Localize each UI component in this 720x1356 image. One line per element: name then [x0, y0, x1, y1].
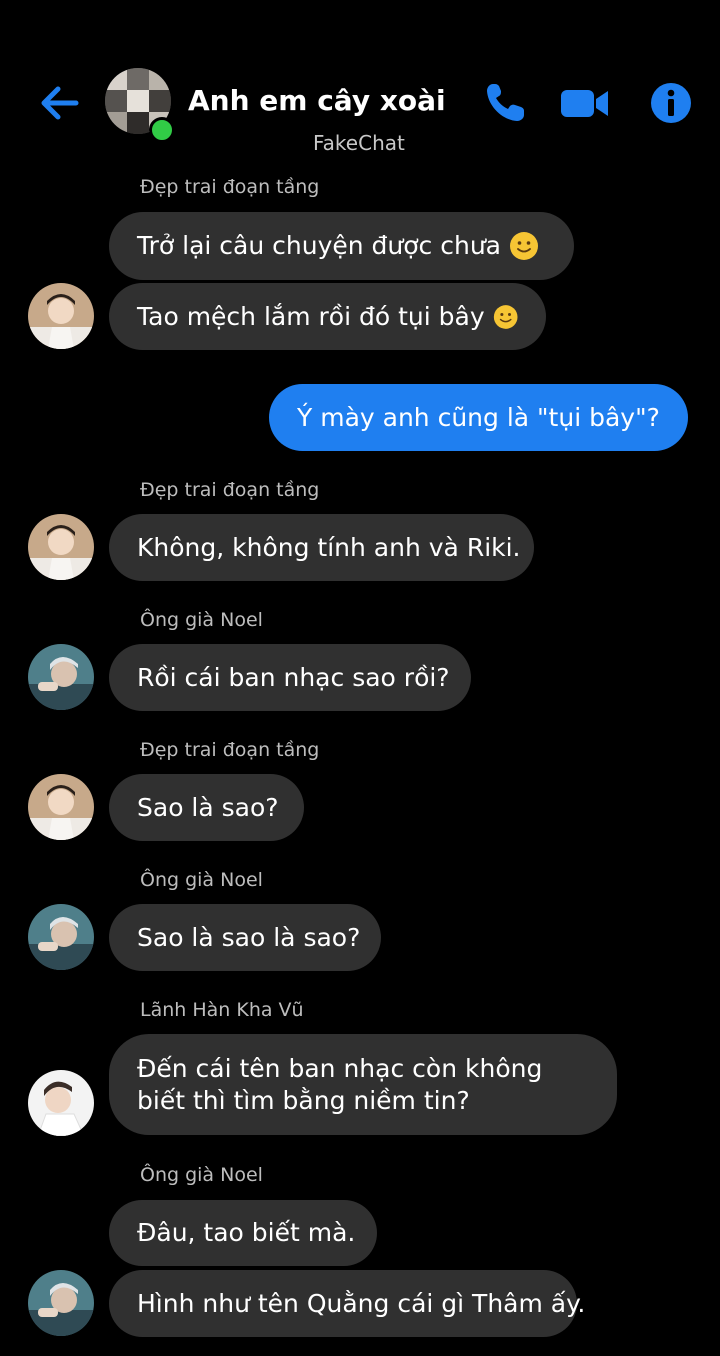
avatar-ong-gia-noel[interactable] [28, 1270, 94, 1336]
sender-name: Đẹp trai đoạn tầng [140, 176, 320, 198]
sender-name: Ông già Noel [140, 609, 263, 631]
info-icon[interactable] [648, 80, 694, 126]
message-text: Sao là sao? [137, 792, 279, 822]
message-text: Rồi cái ban nhạc sao rồi? [137, 662, 450, 692]
video-camera-icon[interactable] [560, 80, 610, 126]
incoming-message-bubble[interactable]: Đến cái tên ban nhạc còn không biết thì … [109, 1034, 617, 1135]
sender-name: Đẹp trai đoạn tầng [140, 739, 320, 761]
sender-name: Đẹp trai đoạn tầng [140, 479, 320, 501]
incoming-message-bubble[interactable]: Hình như tên Quằng cái gì Thâm ấy. [109, 1270, 585, 1337]
slight-smile-emoji-icon [493, 304, 518, 329]
message-text: Ý mày anh cũng là "tụi bây"? [297, 402, 660, 432]
incoming-message-bubble[interactable]: Trở lại câu chuyện được chưa [109, 212, 574, 280]
incoming-message-bubble[interactable]: Sao là sao là sao? [109, 904, 381, 971]
incoming-message-bubble[interactable]: Rồi cái ban nhạc sao rồi? [109, 644, 471, 711]
message-text: Trở lại câu chuyện được chưa [137, 231, 501, 260]
incoming-message-bubble[interactable]: Tao mệch lắm rồi đó tụi bây [109, 283, 546, 350]
sender-name: Ông già Noel [140, 869, 263, 891]
incoming-message-bubble[interactable]: Không, không tính anh và Riki. [109, 514, 534, 581]
message-text: Hình như tên Quằng cái gì Thâm ấy. [137, 1288, 586, 1318]
avatar-dep-trai-doan-tang[interactable] [28, 514, 94, 580]
avatar-dep-trai-doan-tang[interactable] [28, 774, 94, 840]
message-text: Sao là sao là sao? [137, 922, 361, 952]
chat-title[interactable]: Anh em cây xoài [188, 84, 446, 117]
message-text: Đâu, tao biết mà. [137, 1218, 356, 1247]
back-arrow-icon[interactable] [36, 80, 82, 126]
avatar-dep-trai-doan-tang[interactable] [28, 283, 94, 349]
incoming-message-bubble[interactable]: Đâu, tao biết mà. [109, 1200, 377, 1266]
slight-smile-emoji-icon [510, 232, 538, 260]
avatar-ong-gia-noel[interactable] [28, 644, 94, 710]
sender-name: Ông già Noel [140, 1164, 263, 1186]
message-text: Tao mệch lắm rồi đó tụi bây [137, 301, 485, 331]
chat-subtitle: FakeChat [313, 131, 405, 155]
online-status-dot [149, 117, 175, 143]
avatar-ong-gia-noel[interactable] [28, 904, 94, 970]
message-text: Đến cái tên ban nhạc còn không biết thì … [137, 1053, 543, 1115]
chat-header: Anh em cây xoài FakeChat [0, 0, 720, 170]
outgoing-message-bubble[interactable]: Ý mày anh cũng là "tụi bây"? [269, 384, 688, 451]
sender-name: Lãnh Hàn Kha Vũ [140, 999, 304, 1021]
phone-icon[interactable] [482, 80, 528, 126]
incoming-message-bubble[interactable]: Sao là sao? [109, 774, 304, 841]
avatar-lanh-han-kha-vu[interactable] [28, 1070, 94, 1136]
message-text: Không, không tính anh và Riki. [137, 532, 521, 562]
